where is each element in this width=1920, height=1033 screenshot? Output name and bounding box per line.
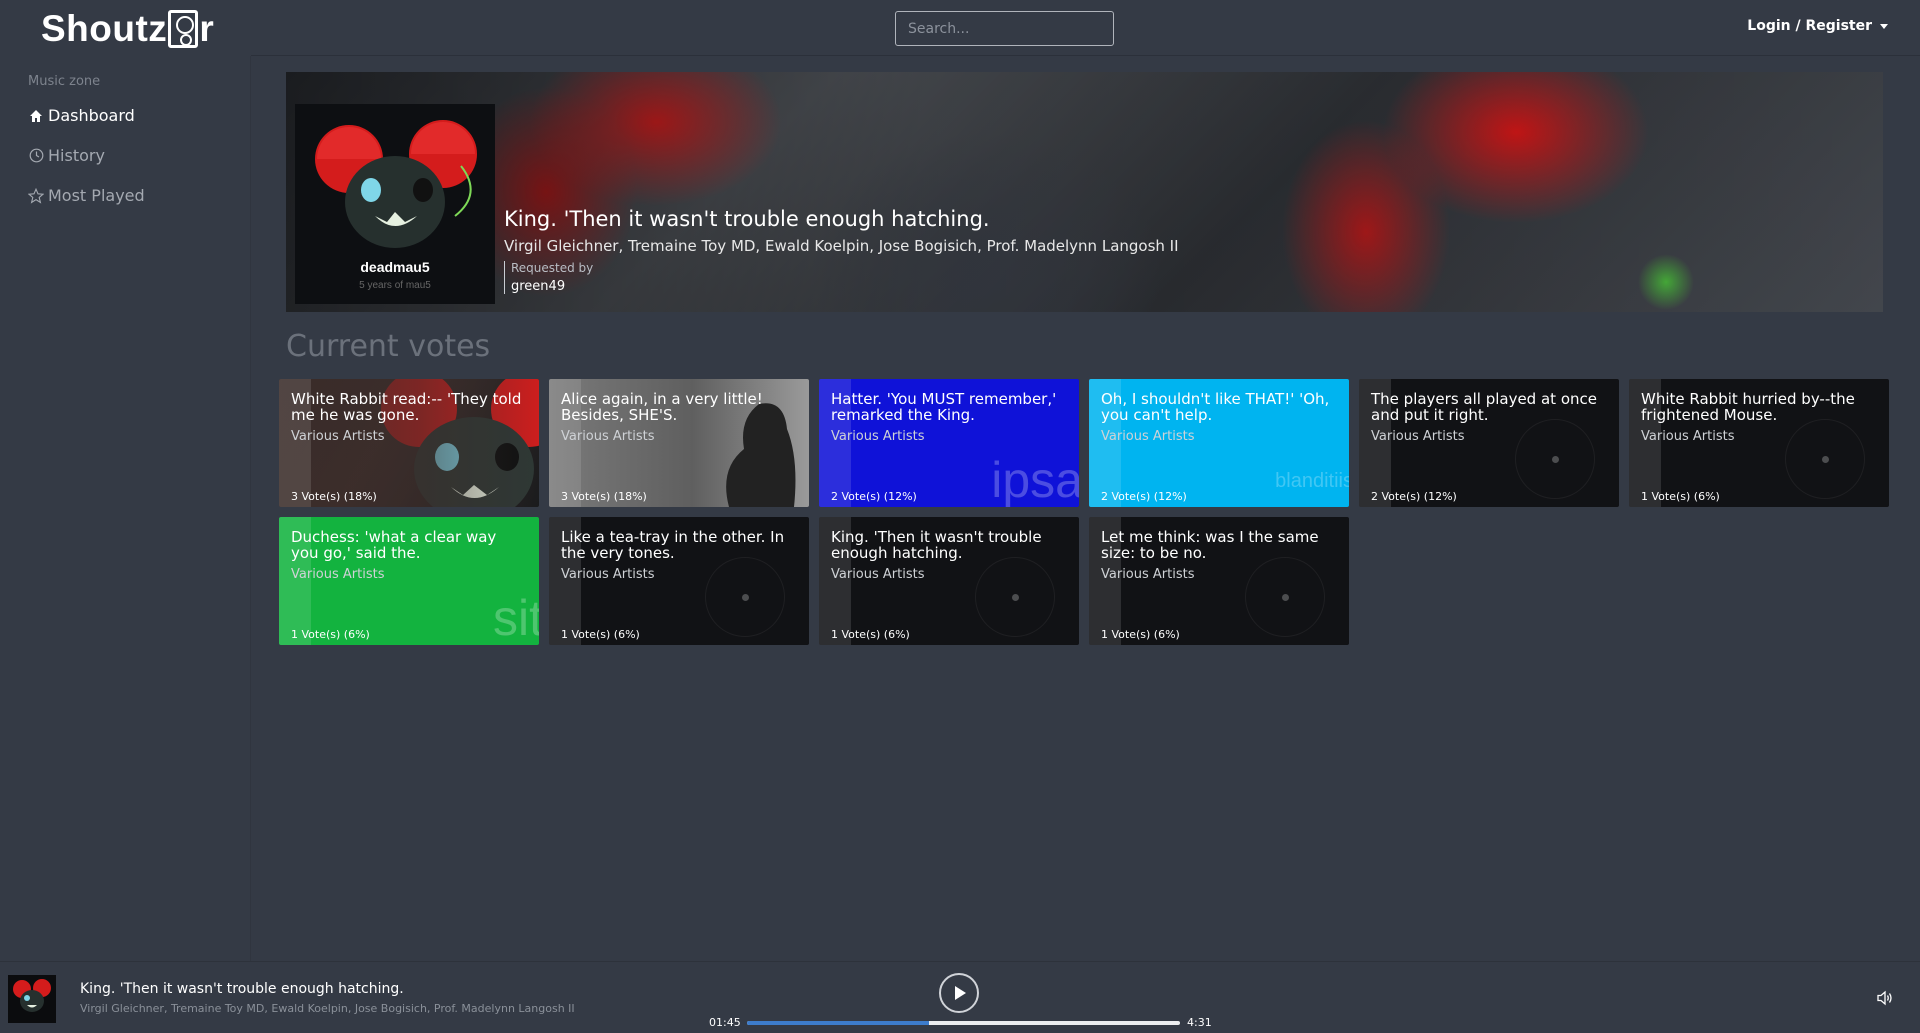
progress-fill (747, 1021, 929, 1025)
vote-artist: Various Artists (831, 429, 925, 444)
vote-card[interactable]: White Rabbit read:-- 'They told me he wa… (279, 379, 539, 507)
logo[interactable]: Shoutz r (41, 8, 214, 50)
vote-title: Oh, I shouldn't like THAT!' 'Oh, you can… (1101, 390, 1330, 424)
card-bg-word: blanditiis (1275, 470, 1349, 492)
speaker-icon (168, 10, 199, 48)
album-art-title: deadmau5 (360, 259, 429, 275)
play-button[interactable] (939, 973, 979, 1013)
vote-artist: Various Artists (291, 567, 385, 582)
now-playing-info: King. 'Then it wasn't trouble enough hat… (504, 207, 1179, 294)
vote-card[interactable]: King. 'Then it wasn't trouble enough hat… (819, 517, 1079, 645)
star-icon (28, 187, 44, 204)
vote-count: 1 Vote(s) (6%) (1101, 628, 1180, 641)
vote-count: 2 Vote(s) (12%) (1101, 490, 1187, 503)
vote-count: 2 Vote(s) (12%) (1371, 490, 1457, 503)
vote-artist: Various Artists (1641, 429, 1735, 444)
now-playing-artists: Virgil Gleichner, Tremaine Toy MD, Ewald… (504, 237, 1179, 255)
disc-icon (705, 557, 785, 637)
search-input[interactable] (895, 11, 1114, 46)
vote-card[interactable]: ipsa Hatter. 'You MUST remember,' remark… (819, 379, 1079, 507)
disc-icon (1515, 419, 1595, 499)
logo-text-right: r (199, 8, 215, 49)
vote-title: Hatter. 'You MUST remember,' remarked th… (831, 390, 1057, 424)
vote-artist: Various Artists (831, 567, 925, 582)
disc-icon (1245, 557, 1325, 637)
sidebar-item-history[interactable]: History (28, 146, 105, 165)
card-bg-word: sit (493, 590, 539, 645)
vote-card[interactable]: The players all played at once and put i… (1359, 379, 1619, 507)
disc-icon (975, 557, 1055, 637)
logo-text-left: Shoutz (41, 8, 168, 49)
disc-icon (1785, 419, 1865, 499)
album-art-subtitle: 5 years of mau5 (359, 280, 431, 291)
vote-count: 2 Vote(s) (12%) (831, 490, 917, 503)
votes-heading: Current votes (286, 329, 491, 364)
player-bar: King. 'Then it wasn't trouble enough hat… (0, 961, 1920, 1033)
now-playing-title: King. 'Then it wasn't trouble enough hat… (504, 207, 990, 231)
album-art: deadmau5 5 years of mau5 (295, 104, 495, 304)
requested-by-label: Requested by (511, 261, 594, 275)
clock-icon (28, 148, 44, 164)
vote-title: Let me think: was I the same size: to be… (1101, 528, 1319, 562)
vote-card[interactable]: Like a tea-tray in the other. In the ver… (549, 517, 809, 645)
vote-count: 3 Vote(s) (18%) (291, 490, 377, 503)
sidebar-item-most-played[interactable]: Most Played (28, 186, 145, 205)
vote-count: 1 Vote(s) (6%) (291, 628, 370, 641)
vote-artist: Various Artists (291, 429, 385, 444)
vote-count: 1 Vote(s) (6%) (561, 628, 640, 641)
vote-title: White Rabbit hurried by--the frightened … (1641, 390, 1855, 424)
vote-title: King. 'Then it wasn't trouble enough hat… (831, 528, 1042, 562)
vote-title: The players all played at once and put i… (1371, 390, 1597, 424)
player-album-art (8, 975, 56, 1023)
time-total: 4:31 (1187, 1016, 1212, 1029)
vote-title: Alice again, in a very little! Besides, … (561, 390, 763, 424)
play-icon (955, 986, 966, 1000)
player-title: King. 'Then it wasn't trouble enough hat… (80, 981, 404, 997)
sidebar: Music zone Dashboard History Most Played (0, 56, 251, 961)
login-register-dropdown[interactable]: Login / Register (1747, 18, 1888, 34)
card-bg-word: ipsa (991, 452, 1079, 507)
vote-count: 1 Vote(s) (6%) (1641, 490, 1720, 503)
volume-icon[interactable] (1876, 989, 1894, 1007)
sidebar-heading: Music zone (28, 74, 101, 89)
now-playing-banner: deadmau5 5 years of mau5 King. 'Then it … (286, 72, 1883, 312)
requested-by: Requested by green49 (504, 261, 1179, 294)
home-icon (28, 108, 44, 124)
vote-card[interactable]: White Rabbit hurried by--the frightened … (1629, 379, 1889, 507)
sidebar-item-dashboard[interactable]: Dashboard (28, 106, 135, 125)
app-root: Shoutzr Login / Register Music zone Dash… (0, 0, 1920, 1033)
vote-artist: Various Artists (1101, 567, 1195, 582)
votes-grid: White Rabbit read:-- 'They told me he wa… (279, 379, 1891, 645)
vote-artist: Various Artists (1101, 429, 1195, 444)
vote-title: Duchess: 'what a clear way you go,' said… (291, 528, 497, 562)
caret-down-icon (1880, 23, 1888, 29)
sidebar-item-label: History (48, 146, 105, 165)
vote-card[interactable]: sit Duchess: 'what a clear way you go,' … (279, 517, 539, 645)
requested-by-user[interactable]: green49 (511, 279, 1179, 294)
vote-artist: Various Artists (561, 429, 655, 444)
vote-card[interactable]: Alice again, in a very little! Besides, … (549, 379, 809, 507)
vote-title: White Rabbit read:-- 'They told me he wa… (291, 390, 522, 424)
progress-bar[interactable] (747, 1021, 1180, 1025)
login-register-label: Login / Register (1747, 18, 1872, 34)
sidebar-item-label: Most Played (48, 186, 145, 205)
time-elapsed: 01:45 (709, 1016, 741, 1029)
vote-card[interactable]: Let me think: was I the same size: to be… (1089, 517, 1349, 645)
vote-count: 1 Vote(s) (6%) (831, 628, 910, 641)
vote-count: 3 Vote(s) (18%) (561, 490, 647, 503)
sidebar-item-label: Dashboard (48, 106, 135, 125)
vote-card[interactable]: blanditiis Oh, I shouldn't like THAT!' '… (1089, 379, 1349, 507)
vote-artist: Various Artists (1371, 429, 1465, 444)
player-artists: Virgil Gleichner, Tremaine Toy MD, Ewald… (80, 1002, 575, 1015)
vote-artist: Various Artists (561, 567, 655, 582)
vote-title: Like a tea-tray in the other. In the ver… (561, 528, 785, 562)
